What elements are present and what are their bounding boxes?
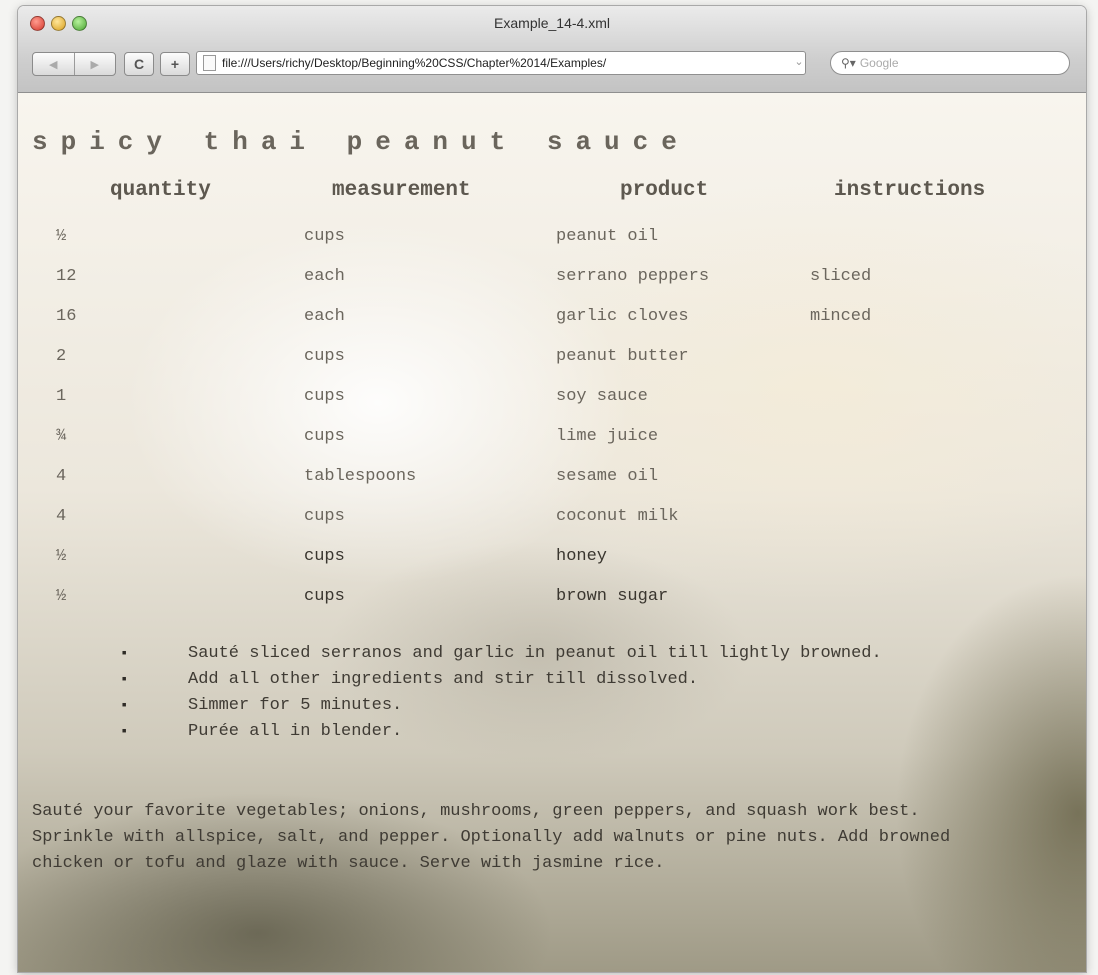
measurement-cell: tablespoons	[304, 467, 417, 486]
column-header-quantity: quantity	[110, 179, 211, 202]
browser-window: Example_14-4.xml ◀ ▶ C + file:///Users/r…	[18, 6, 1086, 972]
search-icon: ⚲▾	[841, 56, 856, 70]
measurement-cell: cups	[304, 507, 345, 526]
page-content: spicy thai peanut sauce quantity measure…	[18, 93, 1086, 972]
quantity-cell: 1	[56, 387, 67, 406]
back-forward-buttons: ◀ ▶	[32, 52, 116, 76]
add-bookmark-button[interactable]: +	[160, 52, 190, 76]
serving-note: Sauté your favorite vegetables; onions, …	[32, 802, 951, 873]
steps-list: Sauté sliced serranos and garlic in pean…	[98, 641, 968, 745]
window-title: Example_14-4.xml	[494, 15, 610, 31]
quantity-cell: 4	[56, 507, 67, 526]
search-placeholder: Google	[859, 56, 899, 70]
measurement-cell: each	[304, 267, 345, 286]
quantity-cell: ½	[56, 587, 67, 606]
page-icon	[203, 55, 216, 71]
measurement-cell: each	[304, 307, 345, 326]
address-bar[interactable]: file:///Users/richy/Desktop/Beginning%20…	[196, 51, 806, 75]
forward-button[interactable]: ▶	[75, 53, 116, 75]
column-header-instructions: instructions	[834, 179, 986, 202]
product-cell: brown sugar	[556, 587, 669, 606]
list-item: Purée all in blender.	[98, 719, 968, 745]
reload-button[interactable]: C	[124, 52, 154, 76]
column-header-measurement: measurement	[332, 179, 471, 202]
title-bar: Example_14-4.xml ◀ ▶ C + file:///Users/r…	[18, 6, 1086, 93]
product-cell: soy sauce	[556, 387, 648, 406]
quantity-cell: ¾	[56, 427, 67, 446]
quantity-cell: 12	[56, 267, 77, 286]
measurement-cell: cups	[304, 427, 345, 446]
product-cell: coconut milk	[556, 507, 679, 526]
instructions-cell: minced	[810, 307, 872, 326]
column-header-product: product	[620, 179, 709, 202]
back-button[interactable]: ◀	[33, 53, 75, 75]
search-field[interactable]: ⚲▾ Google	[830, 51, 1070, 75]
product-cell: sesame oil	[556, 467, 659, 486]
toolbar: ◀ ▶ C + file:///Users/richy/Desktop/Begi…	[18, 46, 1086, 80]
dropdown-arrow-icon[interactable]: ⌄	[792, 55, 805, 71]
list-item: Add all other ingredients and stir till …	[98, 667, 968, 693]
list-item: Simmer for 5 minutes.	[98, 693, 968, 719]
quantity-cell: 16	[56, 307, 77, 326]
recipe-title: spicy thai peanut sauce	[32, 127, 690, 157]
measurement-cell: cups	[304, 587, 345, 606]
product-cell: honey	[556, 547, 608, 566]
product-cell: serrano peppers	[556, 267, 710, 286]
url-text: file:///Users/richy/Desktop/Beginning%20…	[222, 56, 607, 70]
measurement-cell: cups	[304, 347, 345, 366]
product-cell: garlic cloves	[556, 307, 689, 326]
product-cell: peanut butter	[556, 347, 689, 366]
product-cell: peanut oil	[556, 227, 659, 246]
measurement-cell: cups	[304, 547, 345, 566]
quantity-cell: ½	[56, 227, 67, 246]
measurement-cell: cups	[304, 227, 345, 246]
measurement-cell: cups	[304, 387, 345, 406]
quantity-cell: 2	[56, 347, 67, 366]
quantity-cell: 4	[56, 467, 67, 486]
list-item: Sauté sliced serranos and garlic in pean…	[98, 641, 968, 667]
quantity-cell: ½	[56, 547, 67, 566]
product-cell: lime juice	[556, 427, 659, 446]
instructions-cell: sliced	[810, 267, 872, 286]
